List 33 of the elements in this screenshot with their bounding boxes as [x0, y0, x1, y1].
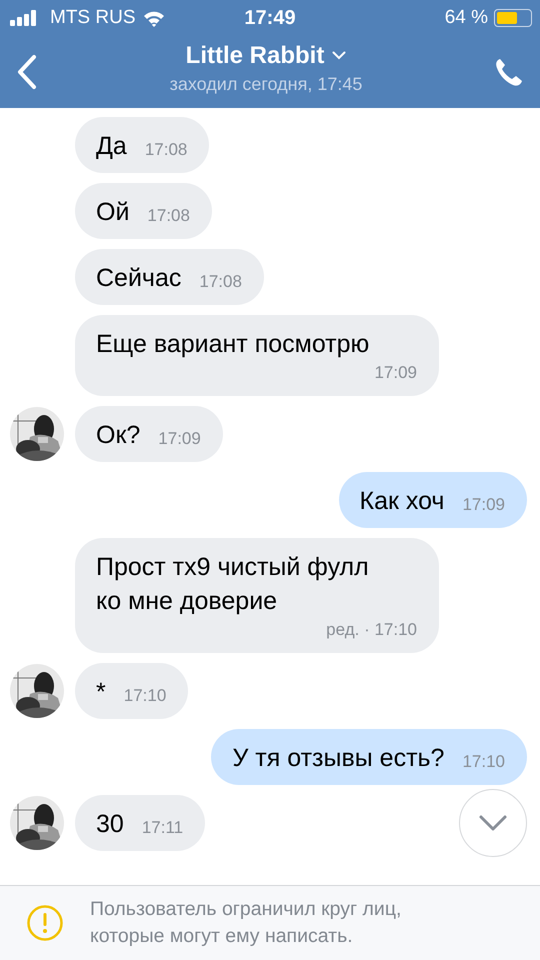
notice-text: Пользователь ограничил круг лиц, которые могут ему написать.	[90, 897, 402, 949]
last-seen: заходил сегодня, 17:45	[170, 74, 362, 94]
message-time: ред. · 17:10	[326, 619, 417, 641]
message-time: 17:10	[124, 685, 166, 707]
message-time: 17:09	[374, 362, 417, 384]
message-text: Ок?	[96, 420, 140, 451]
message-time: 17:08	[147, 205, 190, 227]
message-text: Еще вариант посмотрю	[96, 329, 370, 360]
message-time: 17:08	[199, 271, 242, 293]
wifi-icon	[142, 9, 166, 27]
warning-icon	[26, 904, 64, 942]
message-text: Ой	[96, 197, 130, 228]
message-text: Прост тх9 чистый фулл ко мне доверие	[96, 552, 369, 617]
message-text: Как хоч	[360, 486, 444, 517]
back-icon	[16, 54, 38, 90]
message-time: 17:10	[462, 751, 505, 773]
message-time: 17:09	[158, 428, 201, 450]
phone-icon	[494, 57, 524, 87]
message-text: *	[96, 677, 106, 708]
message-text: Сейчас	[96, 263, 182, 294]
battery-percent: 64 %	[444, 7, 488, 29]
chevron-down-icon	[478, 814, 508, 832]
message-time: 17:09	[462, 494, 505, 516]
message-text: Да	[96, 131, 127, 162]
carrier-name: MTS RUS	[50, 7, 136, 29]
chevron-down-icon	[332, 51, 346, 60]
message-time: 17:11	[142, 817, 184, 839]
clock: 17:49	[243, 6, 297, 30]
message-text: У тя отзывы есть?	[232, 743, 444, 774]
message-time: 17:08	[144, 139, 188, 161]
message-text: 30	[96, 809, 124, 840]
chat-title[interactable]: Little Rabbit	[186, 42, 324, 70]
battery-icon	[494, 9, 532, 27]
